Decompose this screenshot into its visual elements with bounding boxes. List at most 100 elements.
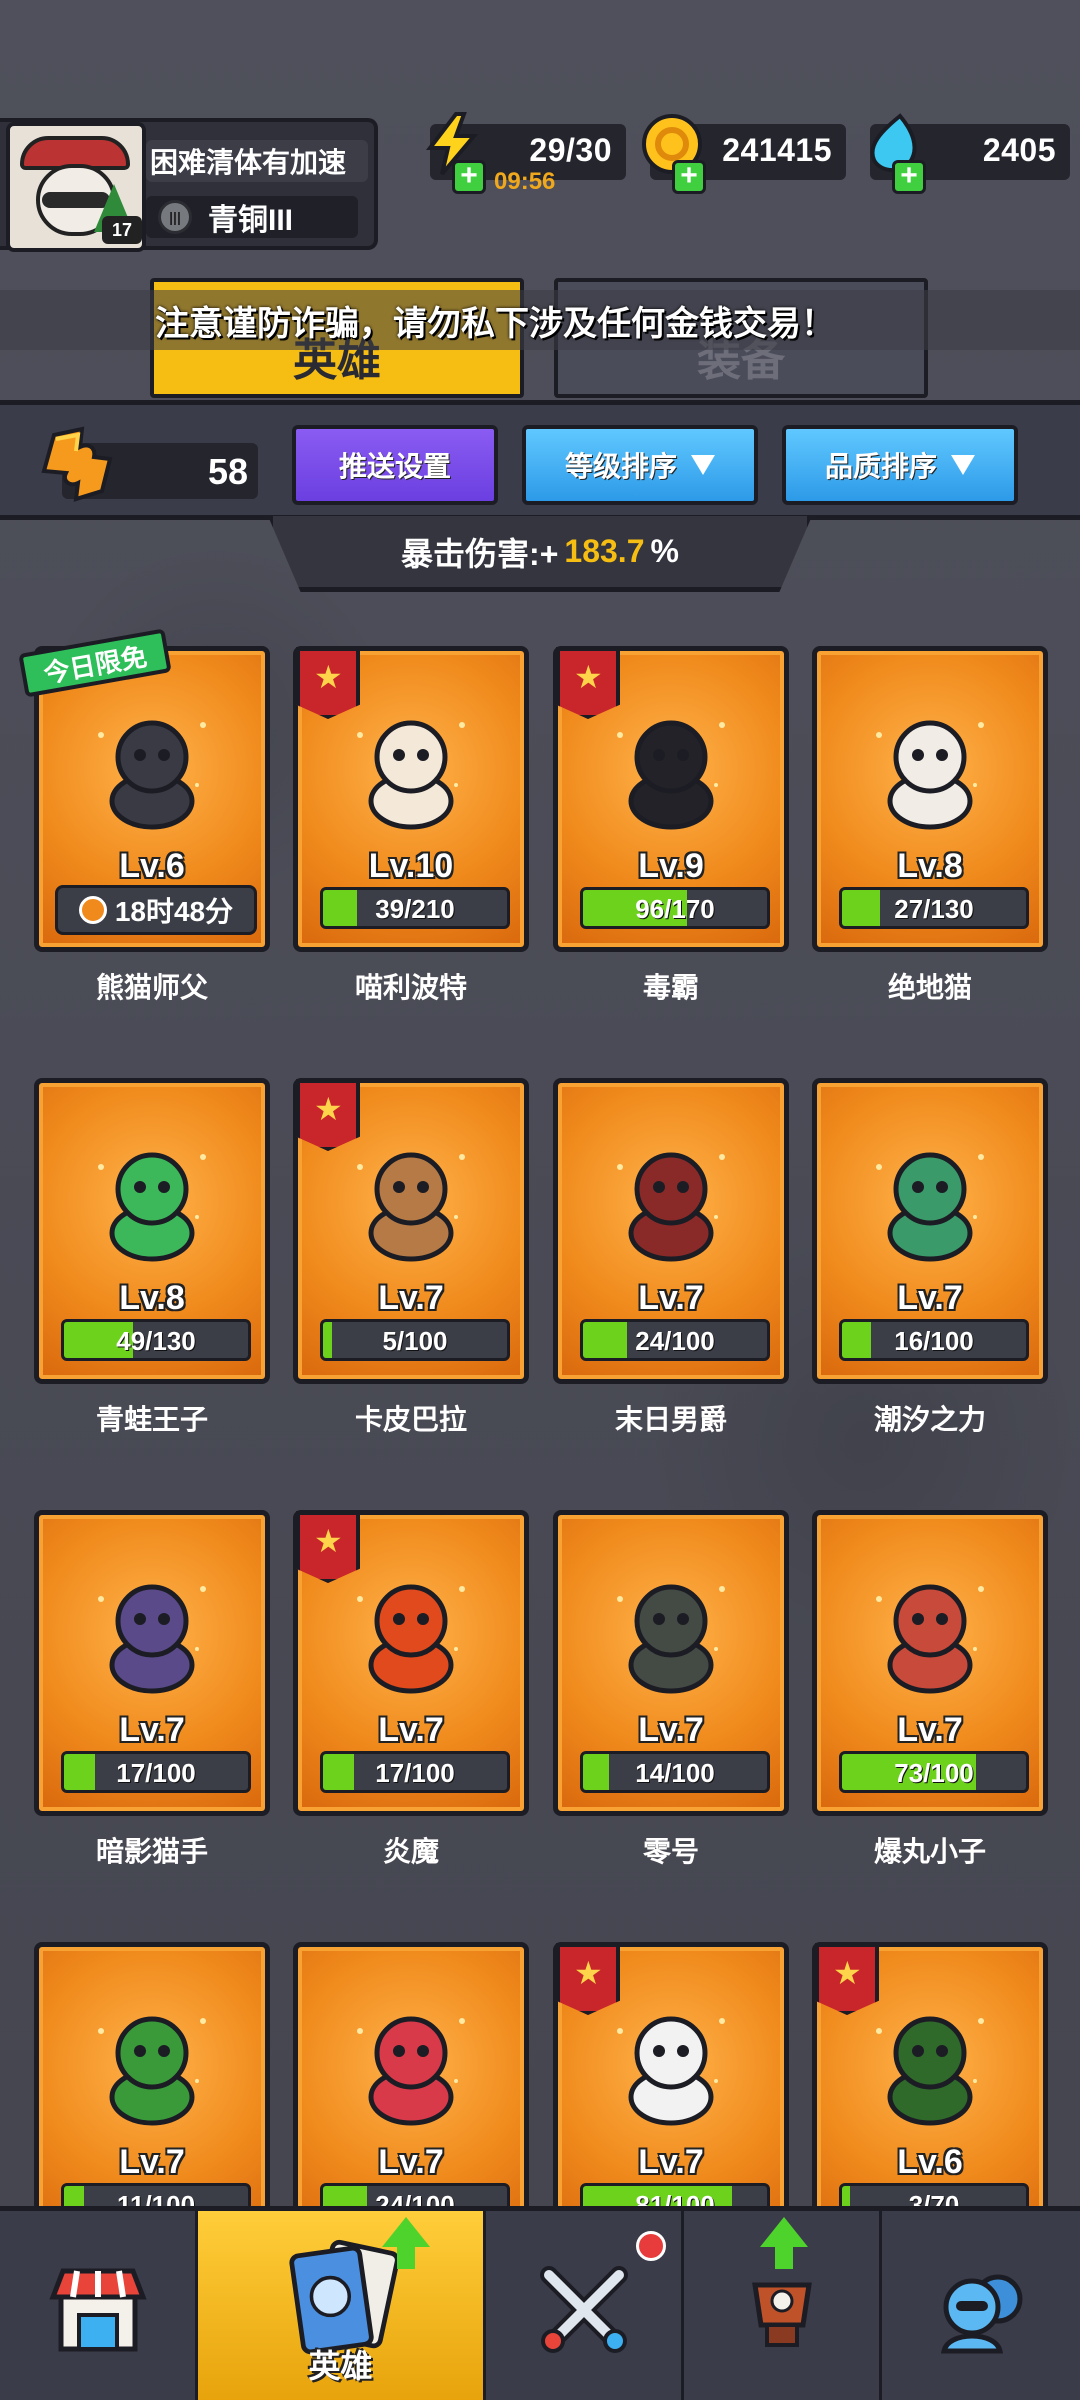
- star-flag-icon: ★: [815, 1943, 879, 2015]
- hero-level: Lv.7: [638, 2143, 704, 2181]
- shard-value: 58: [207, 451, 248, 492]
- rank-shield-icon: |||: [158, 200, 192, 234]
- hero-name: 炎魔: [382, 1836, 439, 1867]
- hero-name: 卡皮巴拉: [354, 1404, 467, 1435]
- hero-level: Lv.6: [897, 2143, 963, 2181]
- upgrade-arrow-icon: [382, 2217, 430, 2247]
- hero-portrait-icon: [876, 1152, 984, 1262]
- progress-text: 5/100: [382, 1326, 448, 1356]
- hero-card[interactable]: ★ Lv.7 17/100: [293, 1510, 529, 1816]
- shard-progress-bar: 24/100: [580, 1319, 770, 1361]
- energy-value: 29/30: [529, 132, 612, 168]
- crit-label: 暴击伤害:+: [401, 535, 559, 572]
- progress-text: 73/100: [894, 1758, 974, 1788]
- notice-text: 注意谨防诈骗，请勿私下涉及任何金钱交易！: [155, 304, 835, 343]
- gold-counter[interactable]: + 241415: [642, 114, 846, 194]
- hero-card[interactable]: Lv.7 73/100: [812, 1510, 1048, 1816]
- hero-name: 零号: [642, 1836, 699, 1867]
- hero-card[interactable]: ★ Lv.9 96/170: [553, 646, 789, 952]
- hero-card[interactable]: Lv.7 16/100: [812, 1078, 1048, 1384]
- hero-level: Lv.7: [119, 1711, 185, 1749]
- hero-portrait-icon: [98, 1584, 206, 1694]
- sort-by-level-button[interactable]: 等级排序: [522, 425, 758, 505]
- control-panel: 58 推送设置 等级排序 品质排序: [0, 400, 1080, 520]
- hero-level: Lv.7: [378, 1711, 444, 1749]
- hero-portrait-icon: [357, 720, 465, 830]
- notification-dot: [636, 2231, 666, 2261]
- sort-level-label: 等级排序: [564, 451, 677, 482]
- avatar[interactable]: 17: [6, 122, 146, 252]
- nav-heroes[interactable]: 英雄: [198, 2211, 486, 2400]
- player-profile[interactable]: 17 困难清体有加速 ||| 青铜III: [0, 118, 378, 252]
- shard-progress-bar: 73/100: [839, 1751, 1029, 1793]
- gem-counter[interactable]: + 2405: [870, 113, 1070, 194]
- progress-text: 39/210: [375, 894, 455, 924]
- hero-portrait-icon: [876, 1584, 984, 1694]
- add-energy-button[interactable]: +: [452, 160, 486, 194]
- nav-heroes-label: 英雄: [308, 2348, 373, 2384]
- star-flag-icon: ★: [296, 647, 360, 719]
- progress-text: 96/170: [635, 894, 715, 924]
- nav-guild[interactable]: [684, 2211, 882, 2400]
- star-flag-icon: ★: [556, 1943, 620, 2015]
- rank-label: 青铜III: [208, 204, 294, 237]
- hero-card[interactable]: ★ Lv.10 39/210: [293, 646, 529, 952]
- shard-progress-bar: 49/130: [61, 1319, 251, 1361]
- hero-level: Lv.8: [119, 1279, 185, 1317]
- energy-counter[interactable]: + 29/30 09:56: [425, 112, 626, 195]
- nav-shop[interactable]: [0, 2211, 198, 2400]
- hero-portrait-icon: [617, 1152, 725, 1262]
- push-settings-button[interactable]: 推送设置: [292, 425, 498, 505]
- add-gem-button[interactable]: +: [892, 160, 926, 194]
- hero-name: 爆丸小子: [873, 1836, 986, 1867]
- shard-progress-bar: 16/100: [839, 1319, 1029, 1361]
- sort-by-quality-button[interactable]: 品质排序: [782, 425, 1018, 505]
- hero-card[interactable]: Lv.7 14/100: [553, 1510, 789, 1816]
- hero-portrait-icon: [617, 720, 725, 830]
- hero-card[interactable]: Lv.7 24/100: [553, 1078, 789, 1384]
- puzzle-shard-icon: [41, 426, 113, 502]
- progress-text: 16/100: [894, 1326, 974, 1356]
- hero-card[interactable]: Lv.8 49/130: [34, 1078, 270, 1384]
- hero-portrait-icon: [357, 1584, 465, 1694]
- nav-social[interactable]: [882, 2211, 1080, 2400]
- energy-timer: 09:56: [494, 168, 556, 195]
- hero-card[interactable]: ★ Lv.7 81/100: [553, 1942, 789, 2248]
- hero-name: 青蛙王子: [95, 1404, 208, 1435]
- dropdown-triangle-icon: [951, 455, 975, 475]
- friends-icon: [940, 2274, 1023, 2354]
- hero-level: Lv.7: [897, 1279, 963, 1317]
- shard-progress-bar: 5/100: [320, 1319, 510, 1361]
- crossed-swords-icon: [539, 2266, 628, 2353]
- hero-level: Lv.7: [638, 1279, 704, 1317]
- hero-level: Lv.7: [378, 1279, 444, 1317]
- upgrade-arrow-icon: [760, 2217, 808, 2247]
- clock-icon: [78, 896, 107, 924]
- shard-counter: 58: [41, 426, 258, 502]
- gem-value: 2405: [982, 132, 1056, 168]
- hero-level: Lv.10: [368, 847, 454, 885]
- trial-timer: 18时48分: [55, 885, 257, 935]
- hero-level: Lv.8: [897, 847, 963, 885]
- hero-card[interactable]: Lv.7 17/100: [34, 1510, 270, 1816]
- hero-card[interactable]: ★ Lv.6 3/70: [812, 1942, 1048, 2248]
- shard-progress-bar: 17/100: [61, 1751, 251, 1793]
- hero-name: 末日男爵: [614, 1404, 727, 1435]
- hero-card[interactable]: Lv.8 27/130: [812, 646, 1048, 952]
- hero-name: 喵利波特: [354, 972, 467, 1003]
- progress-text: 24/100: [635, 1326, 715, 1356]
- hero-portrait-icon: [357, 1152, 465, 1262]
- shard-progress-bar: 17/100: [320, 1751, 510, 1793]
- hero-card[interactable]: ★ Lv.7 5/100: [293, 1078, 529, 1384]
- player-name: 困难清体有加速: [146, 140, 368, 182]
- nav-battle[interactable]: [486, 2211, 684, 2400]
- add-gold-button[interactable]: +: [672, 160, 706, 194]
- hero-card[interactable]: Lv.7 11/100: [34, 1942, 270, 2248]
- hero-portrait-icon: [357, 2016, 465, 2126]
- hero-portrait-icon: [98, 720, 206, 830]
- shard-progress-bar: 14/100: [580, 1751, 770, 1793]
- hero-card[interactable]: 今日限免 Lv.6 18时48分: [18, 628, 270, 952]
- hero-name: 绝地猫: [887, 972, 972, 1003]
- hero-card[interactable]: Lv.7 24/100: [293, 1942, 529, 2248]
- hero-portrait-icon: [98, 2016, 206, 2126]
